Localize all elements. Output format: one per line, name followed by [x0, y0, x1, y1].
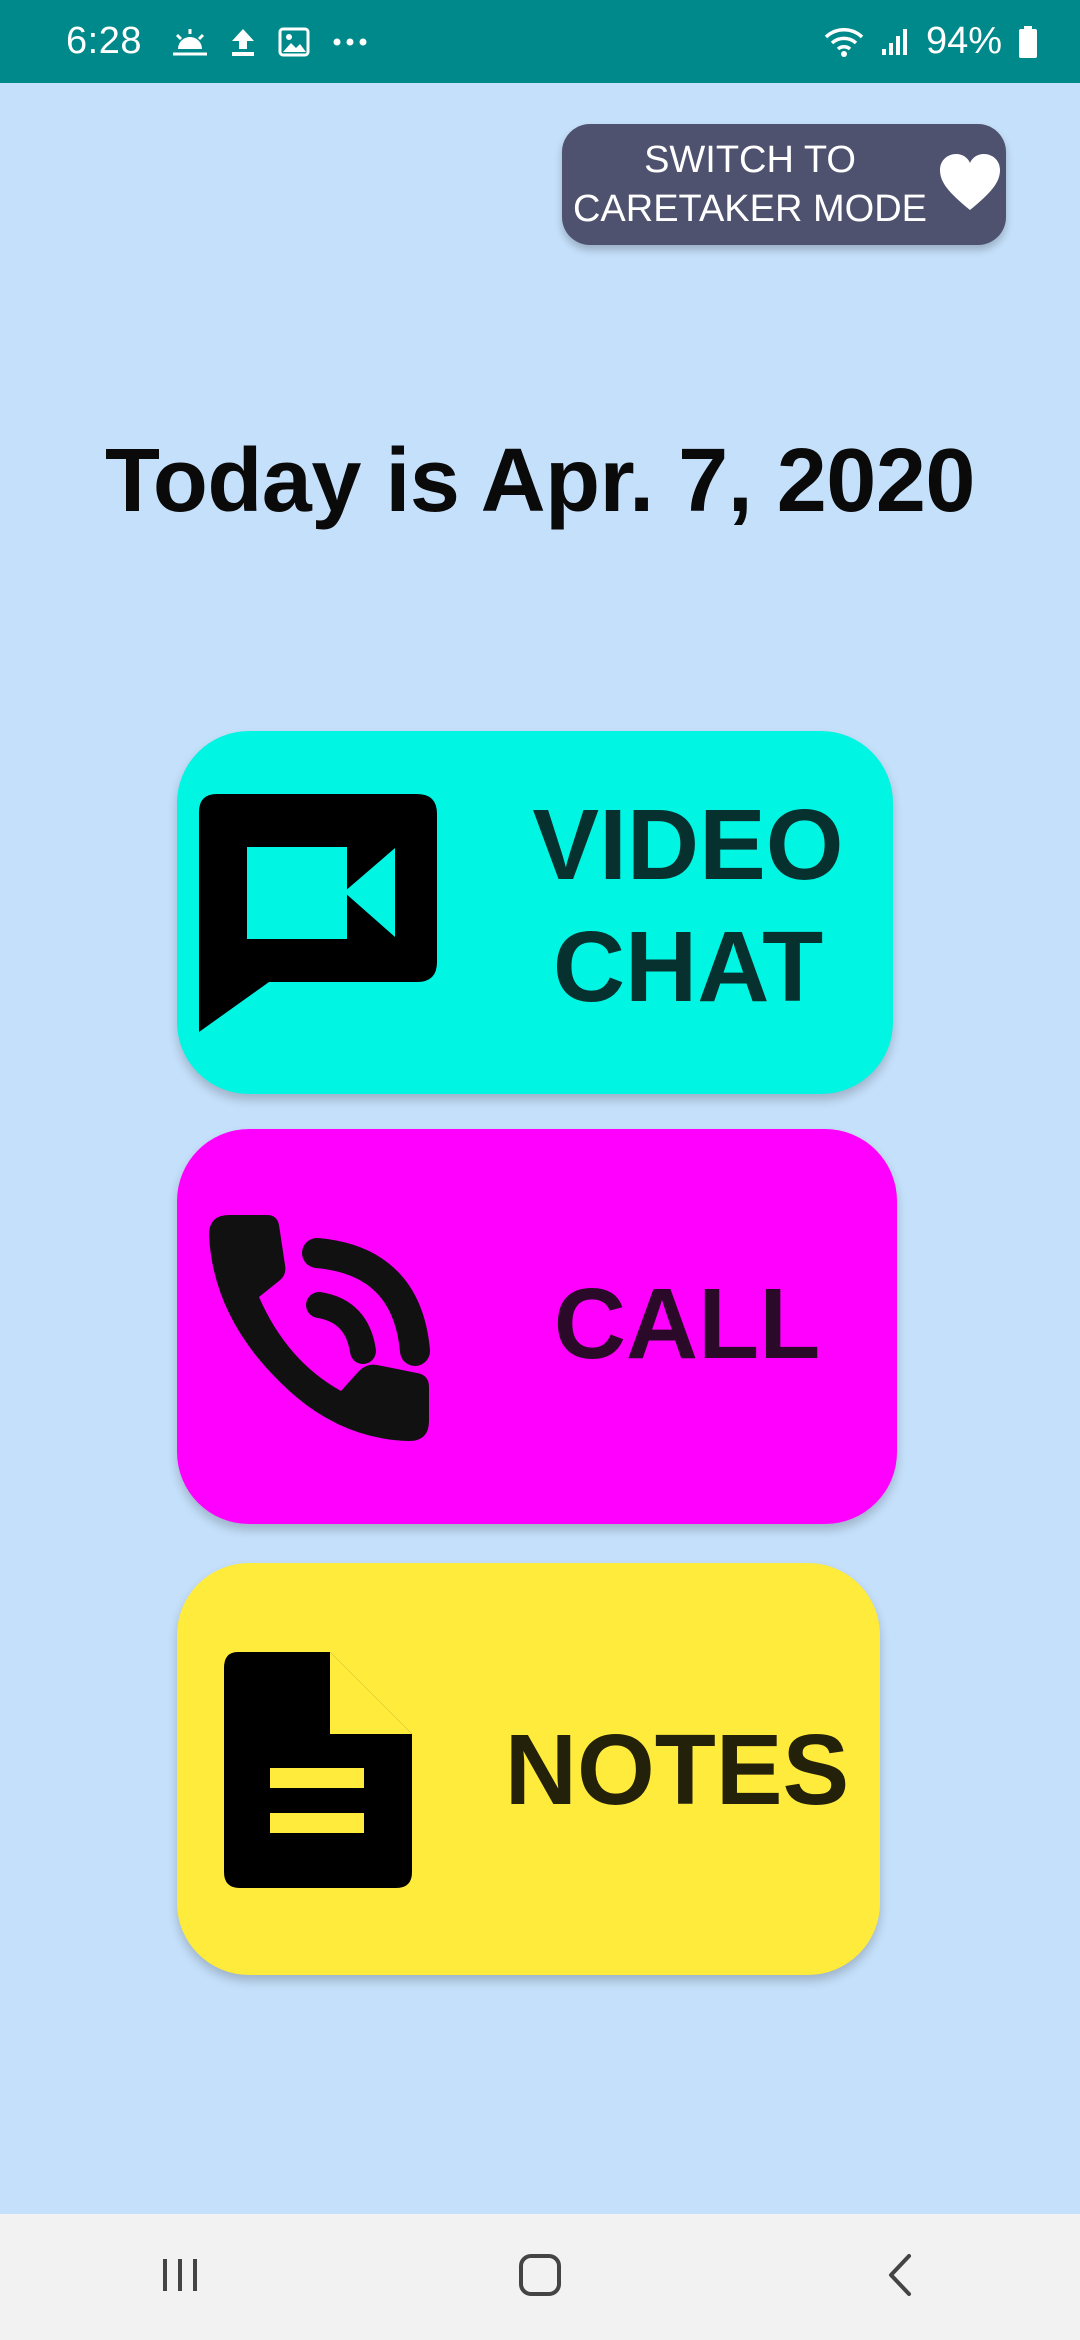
- recent-apps-button[interactable]: [120, 2227, 240, 2327]
- image-icon: [278, 27, 310, 57]
- video-chat-button[interactable]: VIDEO CHAT: [177, 731, 893, 1094]
- phone-call-icon: [207, 1213, 447, 1448]
- wifi-icon: [824, 25, 864, 59]
- home-screen: 6:28 94% SWITCH TO CARETAKER MODE Today …: [0, 0, 1080, 2340]
- status-bar: 6:28 94%: [0, 0, 1080, 83]
- call-button[interactable]: CALL: [177, 1129, 897, 1524]
- home-icon: [517, 2252, 563, 2303]
- back-icon: [885, 2252, 915, 2303]
- recent-apps-icon: [160, 2255, 200, 2300]
- status-right: 94%: [816, 20, 1046, 63]
- notes-document-icon: [222, 1650, 414, 1895]
- video-chat-icon: [199, 792, 439, 1037]
- battery-percentage: 94%: [925, 20, 1002, 62]
- video-chat-label: VIDEO CHAT: [532, 789, 844, 1023]
- navigation-bar: [0, 2214, 1080, 2340]
- switch-caretaker-mode-button[interactable]: SWITCH TO CARETAKER MODE: [562, 124, 1006, 245]
- home-button[interactable]: [480, 2227, 600, 2327]
- call-label: CALL: [553, 1268, 821, 1380]
- back-button[interactable]: [840, 2227, 960, 2327]
- notes-button[interactable]: NOTES: [177, 1563, 880, 1975]
- date-title: Today is Apr. 7, 2020: [105, 431, 975, 531]
- more-dots-icon: [332, 37, 368, 47]
- status-left: 6:28: [66, 20, 390, 63]
- notes-label: NOTES: [504, 1714, 850, 1826]
- status-time: 6:28: [66, 20, 142, 62]
- upload-icon: [230, 27, 256, 57]
- heart-icon: [938, 152, 1002, 217]
- weather-icon: [172, 27, 208, 57]
- battery-icon: [1018, 25, 1038, 59]
- switch-caretaker-mode-label: SWITCH TO CARETAKER MODE: [572, 138, 927, 230]
- signal-icon: [880, 27, 910, 57]
